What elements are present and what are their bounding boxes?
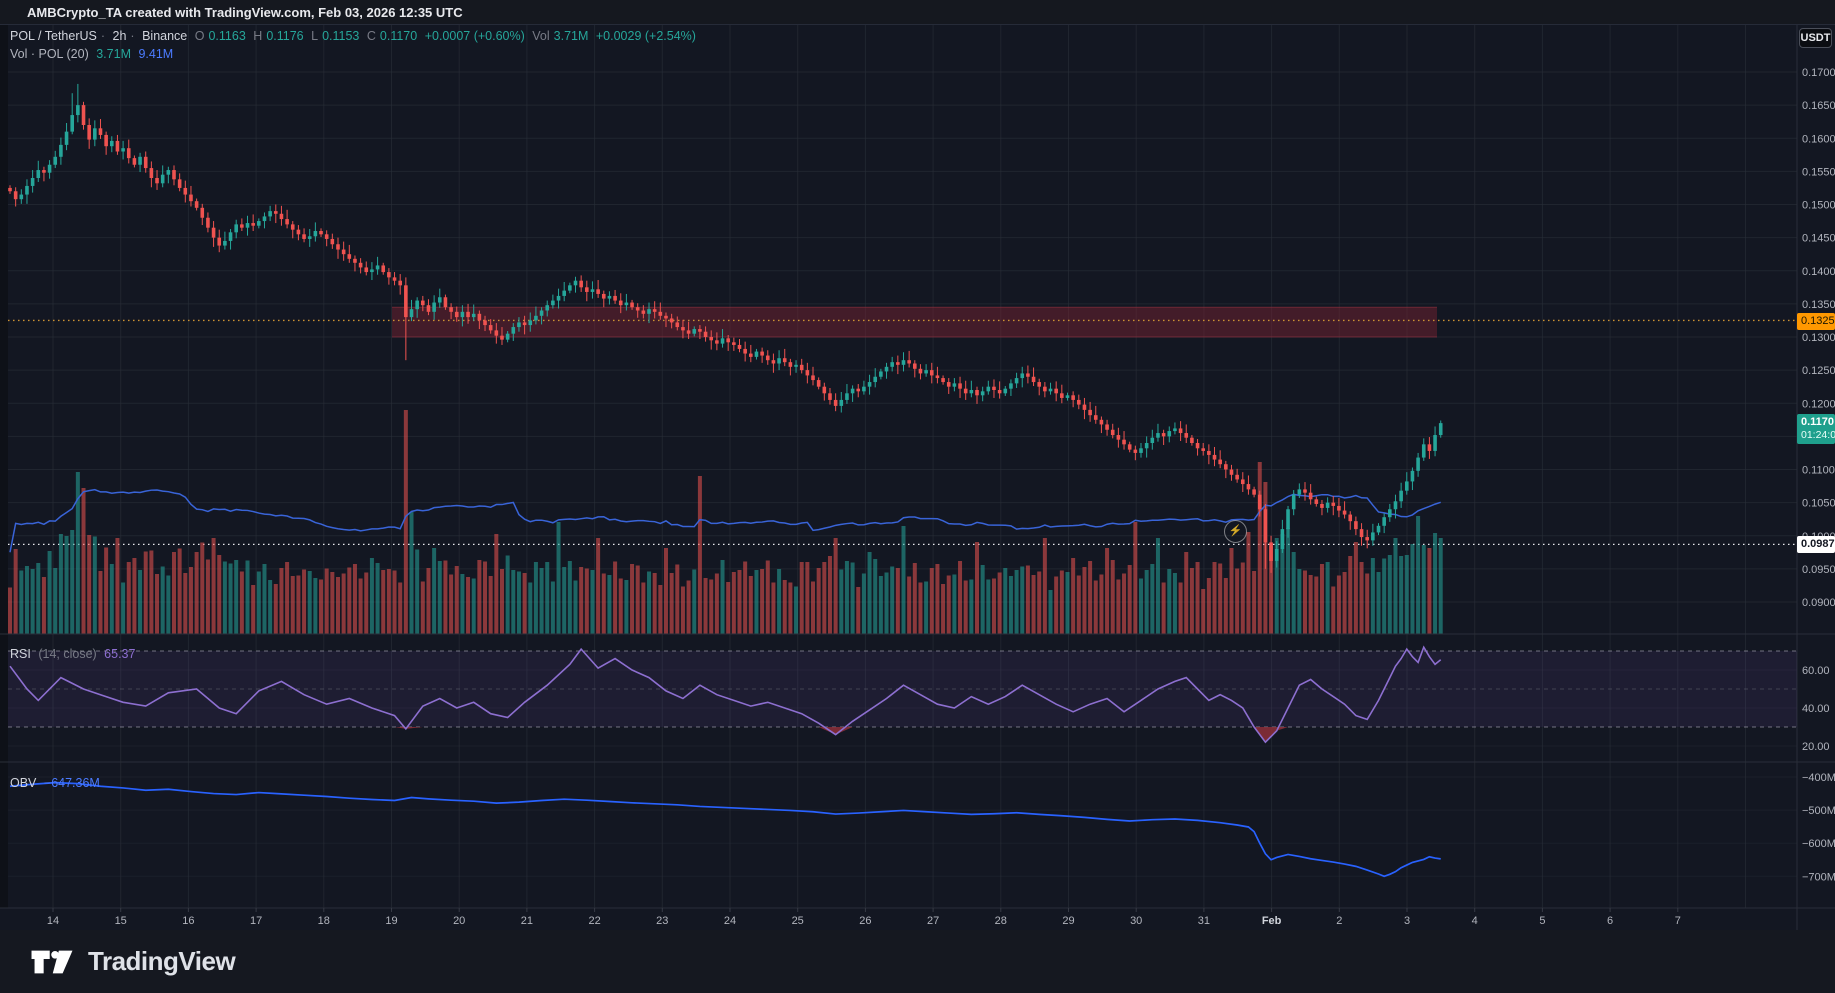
change-value: +0.0007 (+0.60%) xyxy=(425,29,525,43)
collapsed-toolbar-strip xyxy=(0,25,8,908)
rsi-params: (14, close) xyxy=(38,647,96,661)
obv-line xyxy=(10,783,1441,877)
legend-separator: · xyxy=(130,29,134,43)
vol-label: Vol xyxy=(532,29,549,43)
low-value: 0.1153 xyxy=(322,29,359,43)
resistance-zone[interactable] xyxy=(392,307,1437,337)
symbol-legend-row[interactable]: POL / TetherUS· 2h· Binance O0.1163 H0.1… xyxy=(10,29,700,43)
snapshot-title: AMBCrypto_TA created with TradingView.co… xyxy=(27,5,463,20)
volume-indicator-label[interactable]: Vol · POL (20) xyxy=(10,47,89,61)
volume-legend-row[interactable]: Vol · POL (20) 3.71M 9.41M xyxy=(10,47,177,61)
low-label: L xyxy=(311,29,318,43)
open-label: O xyxy=(195,29,205,43)
close-value: 0.1170 xyxy=(380,29,417,43)
chart-canvas[interactable]: 0.17000.16500.16000.15500.15000.14500.14… xyxy=(0,0,1835,993)
support-price-label: 0.0987 xyxy=(1797,536,1835,553)
price-axis-panel[interactable] xyxy=(1797,25,1835,908)
open-value: 0.1163 xyxy=(208,29,245,43)
high-label: H xyxy=(253,29,262,43)
high-value: 0.1176 xyxy=(266,29,303,43)
tradingview-logo-icon[interactable] xyxy=(30,944,74,980)
vol-change-value: +0.0029 (+2.54%) xyxy=(596,29,696,43)
last-price-value: 0.1170 xyxy=(1801,416,1835,429)
obv-legend-row[interactable]: OBV −647.36M xyxy=(10,776,104,790)
grid xyxy=(8,25,1797,908)
currency-toggle-button[interactable]: USDT xyxy=(1799,28,1832,48)
refresh-lightning-icon[interactable]: ⚡ xyxy=(1224,520,1247,543)
rsi-name[interactable]: RSI xyxy=(10,647,31,661)
vol-value: 3.71M xyxy=(554,29,589,43)
bar-countdown: 01:24:04 xyxy=(1801,429,1835,442)
obv-name[interactable]: OBV xyxy=(10,776,36,790)
branding-bar: TradingView xyxy=(0,930,1835,993)
tradingview-wordmark[interactable]: TradingView xyxy=(88,946,235,977)
snapshot-title-bar: AMBCrypto_TA created with TradingView.co… xyxy=(0,0,1835,25)
tradingview-snapshot: AMBCrypto_TA created with TradingView.co… xyxy=(0,0,1835,993)
rsi-value: 65.37 xyxy=(104,647,135,661)
legend-separator: · xyxy=(101,29,105,43)
symbol-name[interactable]: POL / TetherUS xyxy=(10,29,97,43)
rsi-pane xyxy=(8,647,1797,742)
exchange: Binance xyxy=(142,29,187,43)
resistance-price-label: 0.1325 xyxy=(1797,313,1835,330)
volume-current: 3.71M xyxy=(96,47,131,61)
timeframe[interactable]: 2h xyxy=(113,29,127,43)
obv-value: −647.36M xyxy=(44,776,100,790)
rsi-oversold-fill xyxy=(10,727,1441,742)
volume-ma-line xyxy=(10,490,1441,553)
rsi-legend-row[interactable]: RSI (14, close) 65.37 xyxy=(10,647,139,661)
volume-ma: 9.41M xyxy=(138,47,173,61)
close-label: C xyxy=(367,29,376,43)
last-price-label: 0.1170 01:24:04 xyxy=(1797,414,1835,444)
time-axis-panel[interactable] xyxy=(0,908,1835,930)
